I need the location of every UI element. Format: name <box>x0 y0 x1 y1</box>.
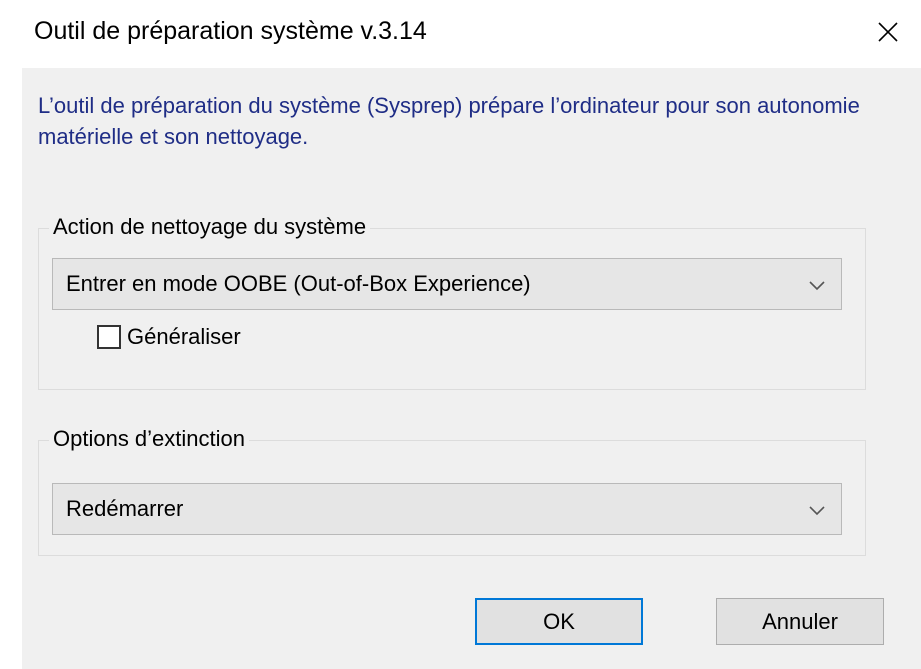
ok-button[interactable]: OK <box>475 598 643 645</box>
shutdown-options-dropdown[interactable]: Redémarrer <box>52 483 842 535</box>
shutdown-options-group: Options d’extinction Redémarrer <box>38 424 866 556</box>
close-icon <box>878 22 898 42</box>
shutdown-options-group-label: Options d’extinction <box>49 424 249 454</box>
cleanup-action-dropdown[interactable]: Entrer en mode OOBE (Out-of-Box Experien… <box>52 258 842 310</box>
cancel-button[interactable]: Annuler <box>716 598 884 645</box>
dialog-body: L’outil de préparation du système (Syspr… <box>22 68 921 669</box>
title-bar: Outil de préparation système v.3.14 <box>0 0 921 62</box>
cleanup-action-selected-value: Entrer en mode OOBE (Out-of-Box Experien… <box>66 271 531 296</box>
chevron-down-icon <box>809 281 825 291</box>
cleanup-action-group-label: Action de nettoyage du système <box>49 212 371 242</box>
generalize-checkbox-box[interactable] <box>97 325 121 349</box>
shutdown-options-selected-value: Redémarrer <box>66 496 184 521</box>
intro-text: L’outil de préparation du système (Syspr… <box>38 93 860 149</box>
window-title: Outil de préparation système v.3.14 <box>34 17 427 45</box>
sysprep-dialog: Outil de préparation système v.3.14 L’ou… <box>0 0 921 669</box>
chevron-down-icon <box>809 506 825 516</box>
close-button[interactable] <box>866 12 910 52</box>
cleanup-action-group: Action de nettoyage du système Entrer en… <box>38 212 866 390</box>
generalize-checkbox-label[interactable]: Généraliser <box>127 322 241 352</box>
